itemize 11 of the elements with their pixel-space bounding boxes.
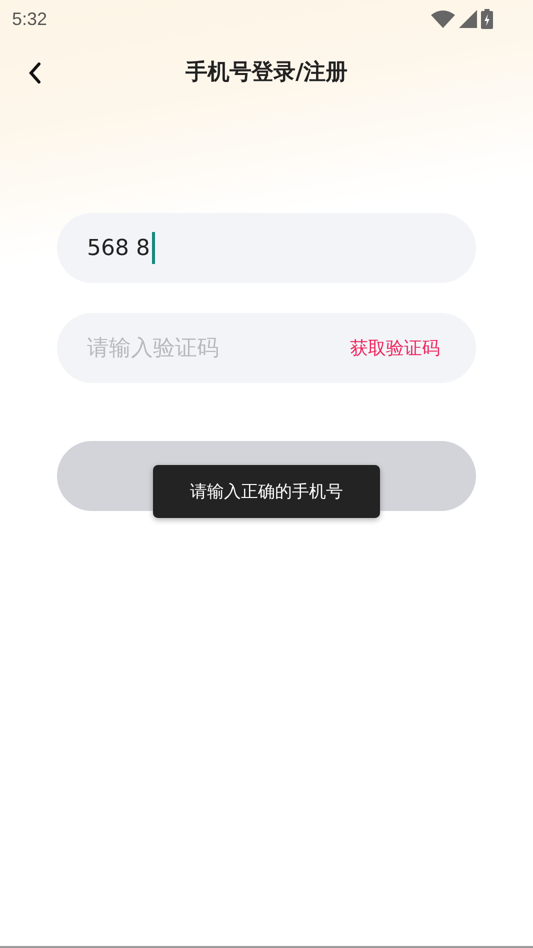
wifi-icon (431, 10, 455, 28)
code-field[interactable]: 请输入验证码 获取验证码 (57, 313, 476, 383)
status-time: 5:32 (12, 8, 48, 30)
phone-field[interactable]: 568 8 (57, 213, 476, 283)
placeholder-text: 请输入验证码 (87, 335, 219, 363)
battery-icon (481, 9, 493, 29)
page-title: 手机号登录/注册 (185, 59, 348, 87)
get-code-link[interactable]: 获取验证码 (350, 336, 440, 360)
back-icon (28, 62, 42, 84)
signal-icon (459, 10, 477, 28)
toast-message: 请输入正确的手机号 (153, 465, 380, 518)
